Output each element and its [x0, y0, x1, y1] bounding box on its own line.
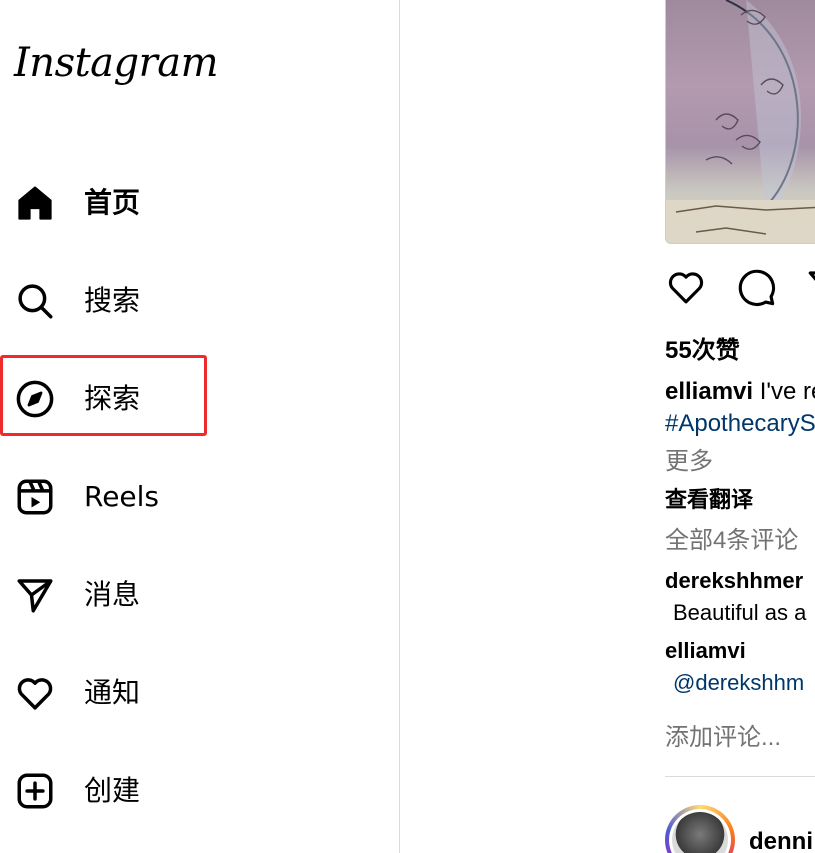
translate-link[interactable]: 查看翻译 — [665, 482, 753, 514]
sidebar-item-create[interactable]: 创建 — [0, 761, 400, 821]
next-post-username[interactable]: denni — [749, 828, 813, 853]
avatar — [672, 812, 728, 853]
caption-text: I've re — [759, 378, 815, 405]
sidebar-item-search[interactable]: 搜索 — [0, 271, 400, 331]
compass-icon — [14, 378, 56, 420]
view-all-comments[interactable]: 全部4条评论 — [665, 520, 798, 555]
sidebar-item-label: 搜索 — [84, 284, 141, 317]
feed: 55次赞 elliamvi I've re #ApothecaryS 更多 查看… — [401, 0, 815, 853]
comment-text: Beautiful as a — [673, 600, 807, 625]
like-count[interactable]: 55次赞 — [665, 330, 740, 365]
sidebar-item-label: 探索 — [84, 382, 141, 415]
sidebar-item-explore[interactable]: 探索 — [0, 369, 400, 429]
post-divider — [665, 776, 815, 777]
comment-username[interactable]: elliamvi — [665, 638, 746, 664]
post-image[interactable] — [665, 0, 815, 244]
like-heart-icon[interactable] — [665, 266, 707, 313]
sidebar-item-home[interactable]: 首页 — [0, 173, 400, 233]
sidebar-item-label: Reels — [84, 480, 160, 513]
sidebar-item-notifications[interactable]: 通知 — [0, 663, 400, 723]
heart-icon — [14, 672, 56, 714]
sidebar-item-label: 消息 — [84, 578, 141, 611]
post-actions — [665, 266, 815, 313]
caption-username[interactable]: elliamvi — [665, 378, 753, 405]
comment-icon[interactable] — [735, 266, 777, 313]
paper-plane-icon — [14, 574, 56, 616]
add-comment-input[interactable]: 添加评论... — [665, 717, 781, 752]
sidebar-item-messages[interactable]: 消息 — [0, 565, 400, 625]
story-ring[interactable] — [665, 805, 735, 853]
sidebar: Instagram 首页 搜索 探索 Reels 消息 通知 创建 — [0, 0, 400, 853]
more-link[interactable]: 更多 — [665, 441, 713, 476]
comment-mention[interactable]: @derekshhm — [673, 670, 804, 696]
home-icon — [14, 182, 56, 224]
instagram-logo[interactable]: Instagram — [14, 40, 219, 86]
sidebar-item-reels[interactable]: Reels — [0, 467, 400, 527]
sidebar-item-label: 首页 — [84, 186, 141, 219]
hashtag-link[interactable]: #ApothecaryS — [665, 410, 815, 438]
post-caption: elliamvi I've re — [665, 378, 815, 406]
reels-icon — [14, 476, 56, 518]
share-icon[interactable] — [805, 266, 815, 313]
comment-username[interactable]: derekshhmer — [665, 568, 803, 594]
sidebar-item-label: 通知 — [84, 676, 141, 709]
plus-square-icon — [14, 770, 56, 812]
search-icon — [14, 280, 56, 322]
sidebar-item-label: 创建 — [84, 774, 141, 807]
